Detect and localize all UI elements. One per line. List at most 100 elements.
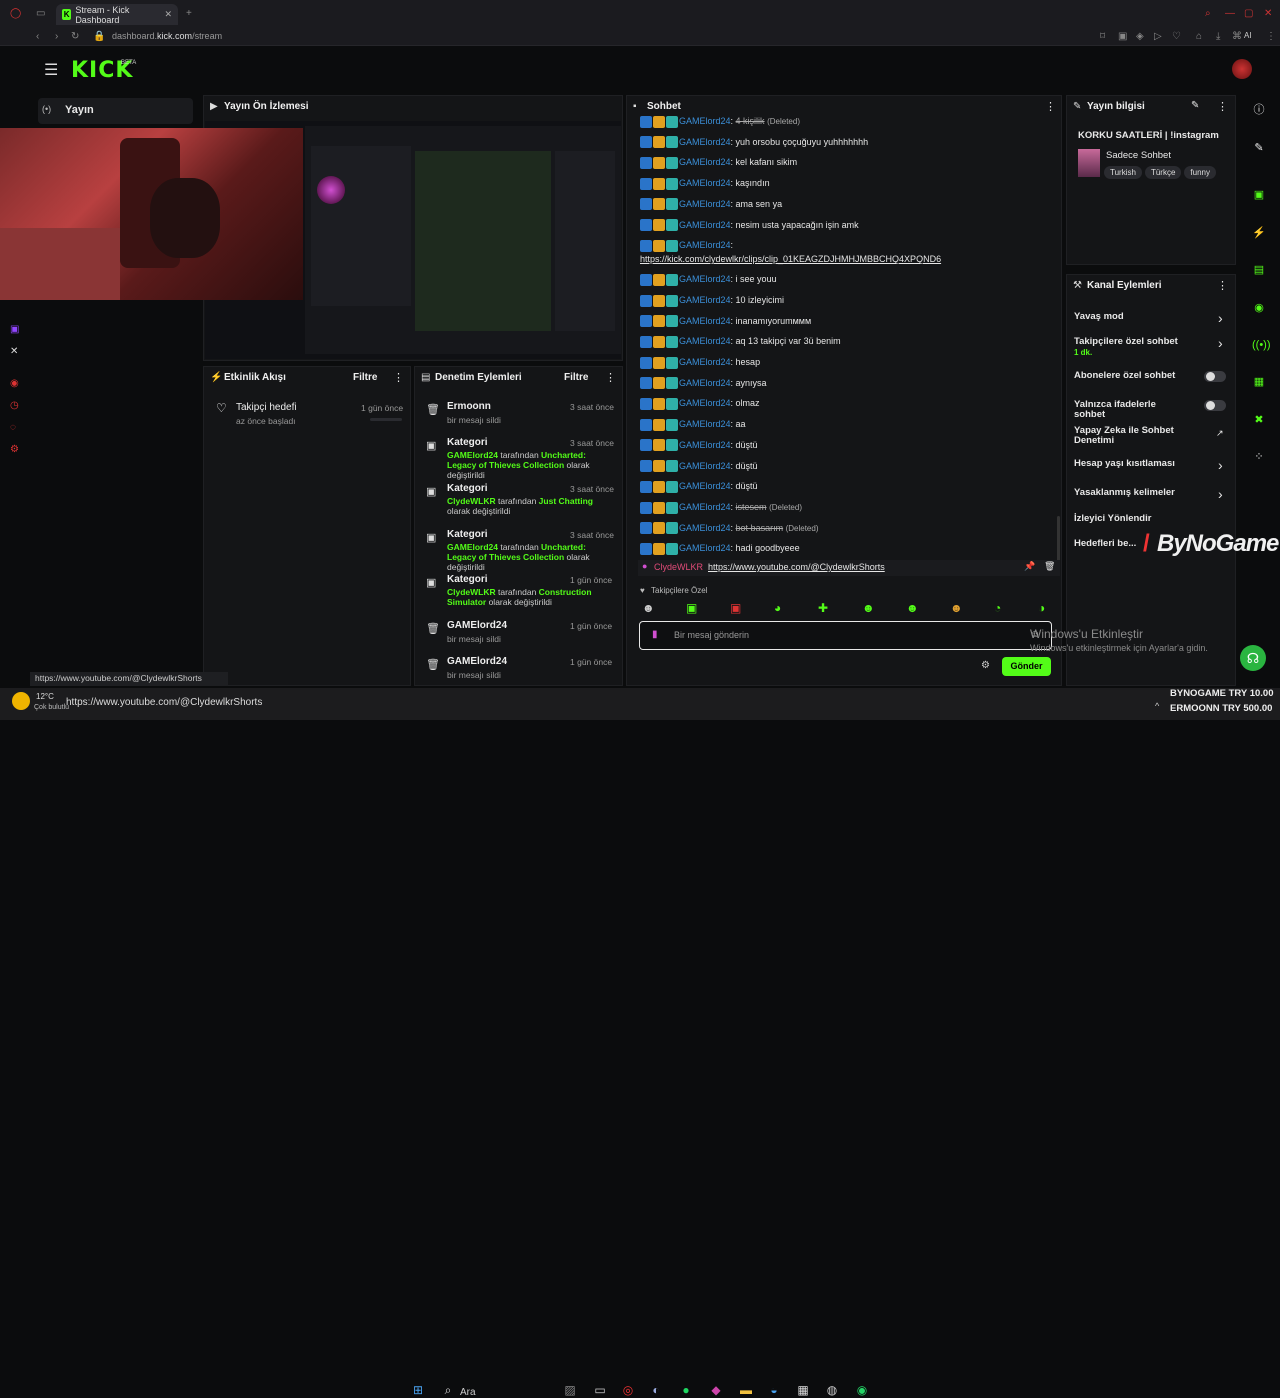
back-icon[interactable]: ‹ <box>36 31 39 43</box>
chat-message[interactable]: GAMElord24: düştü <box>640 439 758 452</box>
obs-icon[interactable]: ◍ <box>824 1382 840 1398</box>
channel-actions-more-icon[interactable]: ⋮ <box>1217 279 1228 292</box>
chat-username[interactable]: GAMElord24 <box>679 523 731 533</box>
emote-1-icon[interactable]: ☻ <box>642 601 655 615</box>
chat-bubble-icon[interactable]: ◌ <box>10 422 16 433</box>
delete-icon[interactable]: 🗑 <box>1044 561 1055 572</box>
chat-username[interactable]: GAMElord24 <box>679 157 731 167</box>
folder-icon[interactable]: ▬ <box>738 1382 754 1398</box>
whatsapp-icon[interactable]: ◉ <box>854 1382 870 1398</box>
broadcast-icon[interactable]: ((•)) <box>1252 338 1271 352</box>
emote-10-icon[interactable]: ◑ <box>1038 601 1045 615</box>
chat-username[interactable]: GAMElord24 <box>679 116 731 126</box>
menu-icon[interactable]: ⋮ <box>1266 31 1276 43</box>
opera-taskbar-icon[interactable]: ◎ <box>620 1382 636 1398</box>
screenshot-icon[interactable]: ▣ <box>1118 31 1127 43</box>
document-icon[interactable]: ▤ <box>1252 263 1266 277</box>
toggle-switch[interactable] <box>1204 400 1226 411</box>
chat-more-icon[interactable]: ⋮ <box>1045 100 1056 113</box>
support-headset-icon[interactable]: ☊ <box>1240 645 1266 671</box>
steam-icon[interactable]: ◐ <box>648 1382 664 1398</box>
toggle-switch[interactable] <box>1204 371 1226 382</box>
emote-5-icon[interactable]: ✚ <box>818 601 828 615</box>
apps-icon[interactable]: ⁘ <box>1252 450 1266 464</box>
play-icon[interactable]: ▷ <box>1154 31 1162 43</box>
chat-username[interactable]: GAMElord24 <box>679 440 731 450</box>
clock-icon[interactable]: ◷ <box>10 400 19 411</box>
shield-icon[interactable]: ◈ <box>1136 31 1144 43</box>
chat-username[interactable]: GAMElord24 <box>679 336 731 346</box>
chat-username[interactable]: GAMElord24 <box>679 199 731 209</box>
moderation-item[interactable]: ▣ Kategori 3 saat önce GAMElord24 tarafında… <box>420 528 616 572</box>
chat-message[interactable]: GAMElord24: hadi goodbyeee <box>640 542 800 555</box>
adobe-icon[interactable]: ◆ <box>708 1382 724 1398</box>
task-view-icon[interactable]: ▨ <box>562 1382 578 1398</box>
taskbar-search-icon[interactable]: ⌕ <box>440 1382 456 1398</box>
search-tabs-icon[interactable]: ⌕ <box>1205 8 1211 20</box>
chat-message[interactable]: GAMElord24: hesap <box>640 356 760 369</box>
chat-rail-icon[interactable]: ◉ <box>1252 301 1266 315</box>
download-icon[interactable]: ⤓ <box>1216 31 1220 43</box>
nav-item-stream[interactable]: (•) Yayın <box>38 98 193 124</box>
reload-icon[interactable]: ↻ <box>71 31 79 43</box>
chat-username[interactable]: GAMElord24 <box>679 295 731 305</box>
minimize-icon[interactable]: — <box>1225 8 1235 20</box>
chat-message[interactable]: GAMElord24: aynıysa <box>640 377 767 390</box>
info-icon[interactable]: ⓘ <box>1252 103 1266 117</box>
chat-username[interactable]: GAMElord24 <box>679 316 731 326</box>
chat-message[interactable]: GAMElord24: <box>640 239 733 252</box>
chat-message[interactable]: GAMElord24: kel kafanı sikim <box>640 156 797 170</box>
tools-icon[interactable]: ✖ <box>1252 413 1266 427</box>
forward-icon[interactable]: › <box>55 31 58 43</box>
emote-2-icon[interactable]: ▣ <box>686 601 697 615</box>
moderation-filter-button[interactable]: Filtre <box>564 372 588 383</box>
settings-gear-icon[interactable]: ⚙ <box>10 444 19 455</box>
windows-start-icon[interactable]: ⊞ <box>410 1382 426 1398</box>
chat-username[interactable]: GAMElord24 <box>679 419 731 429</box>
chat-username[interactable]: GAMElord24 <box>679 398 731 408</box>
channel-action-item[interactable]: Yapay Zeka ile Sohbet Denetimi ↗ <box>1074 426 1230 450</box>
emote-7-icon[interactable]: ☻ <box>906 601 919 615</box>
channel-action-item[interactable]: Yalnızca ifadelerle sohbet <box>1074 400 1230 424</box>
file-manager-icon[interactable]: ▭ <box>592 1382 608 1398</box>
chat-message[interactable]: GAMElord24: 10 izleyicimi <box>640 294 784 307</box>
chat-message[interactable]: GAMElord24: 4 kişilik (Deleted) <box>640 115 800 128</box>
chat-message[interactable]: GAMElord24: nesim usta yapacağın işin am… <box>640 219 859 232</box>
chat-message[interactable]: GAMElord24: düştü <box>640 460 758 473</box>
chat-username[interactable]: GAMElord24 <box>679 543 731 553</box>
chat-username[interactable]: GAMElord24 <box>679 357 731 367</box>
chat-message[interactable]: GAMElord24: olmaz <box>640 397 760 411</box>
heart-icon[interactable]: ♡ <box>1172 31 1181 43</box>
store-icon[interactable]: ▦ <box>795 1382 811 1398</box>
chat-username[interactable]: GAMElord24 <box>679 502 731 512</box>
pencil-icon[interactable]: ✎ <box>1252 141 1266 155</box>
send-button[interactable]: Gönder <box>1002 657 1051 676</box>
user-avatar[interactable] <box>1232 59 1252 79</box>
chat-settings-icon[interactable]: ⚙ <box>981 660 990 671</box>
chat-link[interactable]: https://kick.com/clydewlkr/clips/clip_01… <box>640 253 941 265</box>
lightning-rail-icon[interactable]: ⚡ <box>1252 226 1266 240</box>
chat-message[interactable]: GAMElord24: bot basarım (Deleted) <box>640 522 819 535</box>
moderation-item[interactable]: 🗑 GAMElord24 1 gün önce bir mesajı sildi <box>420 619 616 659</box>
chat-last-user[interactable]: ClydeWLKR <box>654 562 703 572</box>
chat-message[interactable]: GAMElord24: inanamıyorumммм <box>640 315 811 328</box>
chat-message[interactable]: GAMElord24: aq 13 takipçi var 3ü benim <box>640 335 841 348</box>
moderation-item[interactable]: ▣ Kategori 1 gün önce ClydeWLKR tarafından … <box>420 573 616 613</box>
emote-4-icon[interactable]: ◕ <box>774 601 781 615</box>
spotify-icon[interactable]: ● <box>678 1382 694 1398</box>
chat-username[interactable]: GAMElord24 <box>679 137 731 147</box>
moderation-item[interactable]: 🗑 Ermoonn 3 saat önce bir mesajı sildi <box>420 400 616 440</box>
camera-icon[interactable]: ▣ <box>1252 188 1266 202</box>
moderation-item[interactable]: ▣ Kategori 3 saat önce GAMElord24 tarafında… <box>420 436 616 480</box>
channel-action-item[interactable]: Yasaklanmış kelimeler › <box>1074 486 1230 512</box>
emote-9-icon[interactable]: ◔ <box>994 601 1001 615</box>
chat-message[interactable]: GAMElord24: aa <box>640 418 746 431</box>
chat-message[interactable]: GAMElord24: yuh orsobu çoçuğuyu yuhhhhhh… <box>640 136 868 149</box>
chat-username[interactable]: GAMElord24 <box>679 240 731 250</box>
tab-menu-icon[interactable]: ▭ <box>36 8 45 20</box>
channel-action-item[interactable]: Yavaş mod › <box>1074 310 1230 336</box>
chat-username[interactable]: GAMElord24 <box>679 481 731 491</box>
channel-action-item[interactable]: Takipçilere özel sohbet 1 dk. › <box>1074 335 1230 361</box>
chat-last-link[interactable]: https://www.youtube.com/@ClydewlkrShorts <box>708 562 885 572</box>
activity-more-icon[interactable]: ⋮ <box>393 371 404 384</box>
